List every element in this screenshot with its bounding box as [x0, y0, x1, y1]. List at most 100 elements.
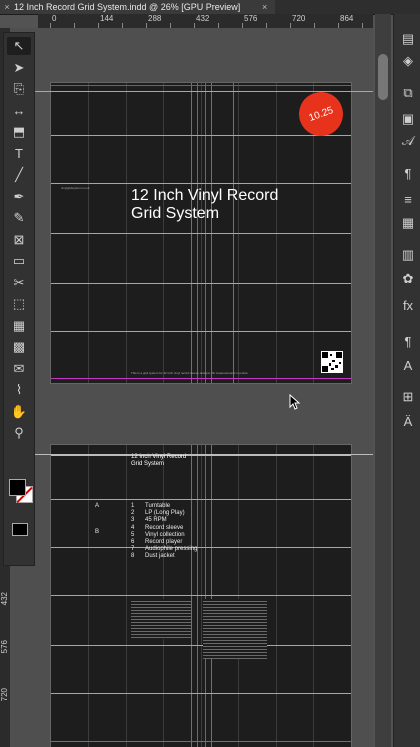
library-icon[interactable]: ▣: [398, 110, 418, 128]
pasteboard-guide[interactable]: [10, 91, 373, 92]
toc-item[interactable]: 6 Record player: [131, 539, 182, 545]
content-collector-tool[interactable]: ⬒: [7, 123, 31, 141]
toc-item[interactable]: 3 45 RPM: [131, 517, 167, 523]
page-title[interactable]: 12 Inch Vinyl Record Grid System: [131, 454, 186, 468]
toc-number: 5: [131, 531, 135, 538]
toc-label: Record player: [145, 539, 183, 545]
vertical-guide[interactable]: [197, 445, 198, 747]
page-1[interactable]: vinylgridsystem.co.uk 12 Inch Vinyl Reco…: [50, 82, 352, 384]
body-text-block[interactable]: [203, 599, 267, 659]
horizontal-guide[interactable]: [51, 595, 351, 596]
rectangle-frame-tool[interactable]: ⊠: [7, 231, 31, 249]
type-tool[interactable]: T: [7, 145, 31, 163]
toc-number: 7: [131, 546, 135, 553]
tab-close-icon[interactable]: ×: [262, 0, 267, 14]
zoom-tool[interactable]: ⚲: [7, 424, 31, 442]
toc-item[interactable]: 1 Turntable: [131, 503, 170, 509]
tools-panel: ↖ ➤ ⎘ ↔ ⬒ T ╱ ✒ ✎ ⊠ ▭ ✂ ⬚ ▦ ▩ ✉ ⌇ ✋ ⚲: [3, 32, 35, 566]
paragraph-styles-icon[interactable]: ¶: [398, 164, 418, 182]
pencil-tool[interactable]: ✎: [7, 209, 31, 227]
hand-tool[interactable]: ✋: [7, 403, 31, 421]
free-transform-tool[interactable]: ⬚: [7, 295, 31, 313]
toc-item[interactable]: 7 Audiophile pressing: [131, 546, 197, 552]
swatches-icon[interactable]: ▦: [398, 214, 418, 232]
horizontal-guide[interactable]: [51, 283, 351, 284]
ruler-tick: 576: [244, 14, 258, 23]
glyphs-icon[interactable]: Ä: [398, 412, 418, 430]
page-2[interactable]: 12 Inch Vinyl Record Grid System A B 1 Tu…: [50, 444, 352, 747]
character-icon[interactable]: A: [398, 356, 418, 374]
effects-icon[interactable]: fx: [398, 296, 418, 314]
pen-tool[interactable]: ✒: [7, 188, 31, 206]
color-icon[interactable]: ✿: [398, 270, 418, 288]
document-tab-bar: × 12 Inch Record Grid System.indd @ 26% […: [0, 0, 420, 15]
links-icon[interactable]: ⧉: [398, 84, 418, 102]
toc-number: 1: [131, 503, 135, 509]
layers-icon[interactable]: ◈: [398, 52, 418, 70]
scrollbar-thumb[interactable]: [378, 54, 388, 100]
toc-number: 4: [131, 524, 135, 531]
scissors-tool[interactable]: ✂: [7, 274, 31, 292]
page-tool[interactable]: ⎘: [7, 80, 31, 98]
qr-code: [321, 351, 343, 373]
margin-guide: [51, 741, 351, 742]
screen-mode-button[interactable]: [12, 523, 28, 536]
note-tool[interactable]: ✉: [7, 360, 31, 378]
toc-number: 6: [131, 539, 135, 545]
toc-item[interactable]: 8 Dust jacket: [131, 553, 175, 559]
paragraph-icon[interactable]: ¶: [398, 332, 418, 350]
horizontal-guide[interactable]: [51, 135, 351, 136]
horizontal-guide[interactable]: [51, 645, 351, 646]
toc-number: 3: [131, 517, 135, 524]
ruler-tick: 432: [0, 592, 9, 606]
text-wrap-icon[interactable]: ▥: [398, 246, 418, 264]
pasteboard-guide[interactable]: [10, 454, 373, 455]
rectangle-tool[interactable]: ▭: [7, 252, 31, 270]
horizontal-guide[interactable]: [51, 499, 351, 500]
margin-guide: [51, 378, 351, 379]
selection-tool[interactable]: ↖: [7, 37, 31, 55]
body-text-block[interactable]: [131, 599, 191, 639]
horizontal-guide[interactable]: [51, 331, 351, 332]
ruler-tick: 720: [0, 688, 9, 702]
title-line: 12 Inch Vinyl Record: [131, 187, 279, 204]
eyedropper-tool[interactable]: ⌇: [7, 381, 31, 399]
price-badge[interactable]: 10.25: [292, 85, 350, 143]
vertical-guide[interactable]: [205, 445, 206, 747]
gradient-feather-tool[interactable]: ▩: [7, 338, 31, 356]
pasteboard[interactable]: vinylgridsystem.co.uk 12 Inch Vinyl Reco…: [10, 28, 373, 747]
horizontal-guide[interactable]: [51, 455, 351, 456]
ruler-tick: 144: [100, 14, 114, 23]
pages-icon[interactable]: ▤: [398, 30, 418, 48]
toc-label: Dust jacket: [145, 553, 175, 560]
horizontal-guide[interactable]: [51, 233, 351, 234]
gradient-swatch-tool[interactable]: ▦: [7, 317, 31, 335]
vertical-guide[interactable]: [191, 445, 192, 747]
toc-item[interactable]: 2 LP (Long Play): [131, 510, 185, 516]
title-line: Grid System: [131, 205, 220, 222]
ruler-tick: 288: [148, 14, 162, 23]
toc-item[interactable]: 5 Vinyl collection: [131, 532, 185, 538]
vertical-scrollbar[interactable]: [375, 14, 391, 747]
page-title[interactable]: 12 Inch Vinyl Record Grid System: [131, 187, 278, 223]
vertical-guide[interactable]: [211, 445, 212, 747]
mouse-cursor-icon: [289, 394, 301, 410]
site-label: vinylgridsystem.co.uk: [61, 186, 90, 190]
align-icon[interactable]: ⊞: [398, 388, 418, 406]
gap-tool[interactable]: ↔: [7, 102, 31, 120]
toc-item[interactable]: 4 Record sleeve: [131, 525, 183, 531]
horizontal-guide[interactable]: [51, 183, 351, 184]
horizontal-ruler[interactable]: 0 144 288 432 576 720 864: [38, 14, 373, 29]
line-tool[interactable]: ╱: [7, 166, 31, 184]
ruler-tick: 576: [0, 640, 9, 654]
page-footer: This is a grid system for 12 inch vinyl …: [131, 371, 249, 375]
horizontal-guide[interactable]: [51, 693, 351, 694]
toc-label: 45 RPM: [145, 517, 167, 524]
fill-swatch[interactable]: [9, 479, 26, 496]
horizontal-guide[interactable]: [51, 547, 351, 548]
document-tab[interactable]: × 12 Inch Record Grid System.indd @ 26% […: [0, 0, 275, 14]
close-icon[interactable]: ×: [0, 0, 14, 14]
direct-selection-tool[interactable]: ➤: [7, 59, 31, 77]
stroke-icon[interactable]: ≡: [398, 190, 418, 208]
character-styles-icon[interactable]: 𝒜: [398, 132, 418, 150]
